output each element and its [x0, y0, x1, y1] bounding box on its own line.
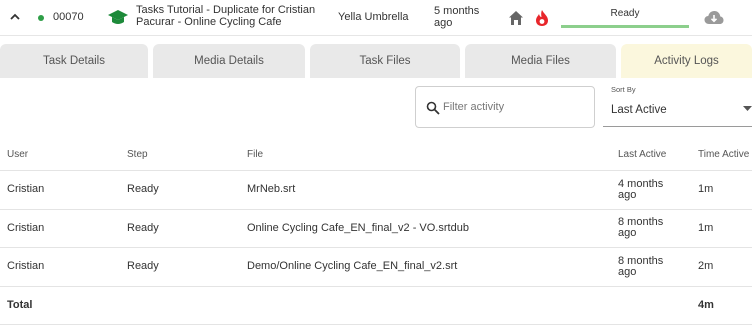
cell-file: MrNeb.srt [247, 183, 296, 195]
tab-activity-logs[interactable]: Activity Logs [621, 44, 752, 78]
tab-task-details[interactable]: Task Details [0, 44, 148, 78]
total-label: Total [7, 299, 33, 311]
table-divider [0, 247, 752, 248]
filter-activity-input[interactable]: Filter activity [415, 86, 595, 128]
cell-user: Cristian [7, 183, 45, 195]
cell-time-active: 1m [698, 222, 714, 234]
status-indicator: Ready [561, 6, 689, 29]
tab-task-files[interactable]: Task Files [310, 44, 460, 78]
tab-media-details[interactable]: Media Details [153, 44, 305, 78]
column-header-step[interactable]: Step [127, 149, 148, 160]
updated-time: 5 months ago [434, 5, 480, 29]
cell-last-active: 4 months ago [618, 178, 664, 201]
cell-user: Cristian [7, 260, 45, 272]
column-header-last-active[interactable]: Last Active [618, 149, 666, 160]
table-divider [0, 170, 752, 171]
table-divider [0, 324, 752, 325]
table-divider [0, 286, 752, 287]
dropdown-caret-icon [743, 106, 752, 111]
cell-file: Online Cycling Cafe_EN_final_v2 - VO.srt… [247, 222, 469, 234]
task-id: 00070 [53, 11, 84, 23]
task-header: 00070 Tasks Tutorial - Duplicate for Cri… [0, 0, 752, 36]
column-header-time-active[interactable]: Time Active [698, 149, 749, 160]
cloud-download-icon[interactable] [704, 9, 724, 26]
client-name: Yella Umbrella [338, 11, 409, 23]
sort-by-label: Sort By [611, 85, 636, 94]
cell-time-active: 2m [698, 260, 714, 272]
status-progress-bar [561, 25, 689, 28]
cell-file: Demo/Online Cycling Cafe_EN_final_v2.srt [247, 260, 458, 272]
chevron-up-icon[interactable] [8, 10, 22, 24]
fire-icon[interactable] [535, 9, 549, 27]
cell-user: Cristian [7, 222, 45, 234]
status-progress-fill [561, 25, 689, 28]
status-dot [38, 15, 44, 21]
filter-placeholder: Filter activity [443, 101, 505, 113]
tab-bar: Task Details Media Details Task Files Me… [0, 44, 752, 78]
total-value: 4m [698, 299, 714, 311]
home-icon[interactable] [508, 10, 524, 26]
tab-media-files[interactable]: Media Files [465, 44, 616, 78]
search-icon [426, 101, 440, 115]
table-divider [0, 209, 752, 210]
status-label: Ready [610, 8, 640, 19]
task-title[interactable]: Tasks Tutorial - Duplicate for Cristian … [136, 4, 332, 28]
cell-step: Ready [127, 260, 159, 272]
column-header-file[interactable]: File [247, 149, 263, 160]
cell-last-active: 8 months ago [618, 255, 664, 278]
sort-by-value: Last Active [611, 104, 667, 116]
graduation-cap-icon [108, 10, 128, 24]
sort-by-select[interactable]: Sort By Last Active [603, 83, 752, 127]
column-header-user[interactable]: User [7, 149, 28, 160]
cell-step: Ready [127, 222, 159, 234]
cell-last-active: 8 months ago [618, 216, 664, 239]
cell-time-active: 1m [698, 183, 714, 195]
cell-step: Ready [127, 183, 159, 195]
